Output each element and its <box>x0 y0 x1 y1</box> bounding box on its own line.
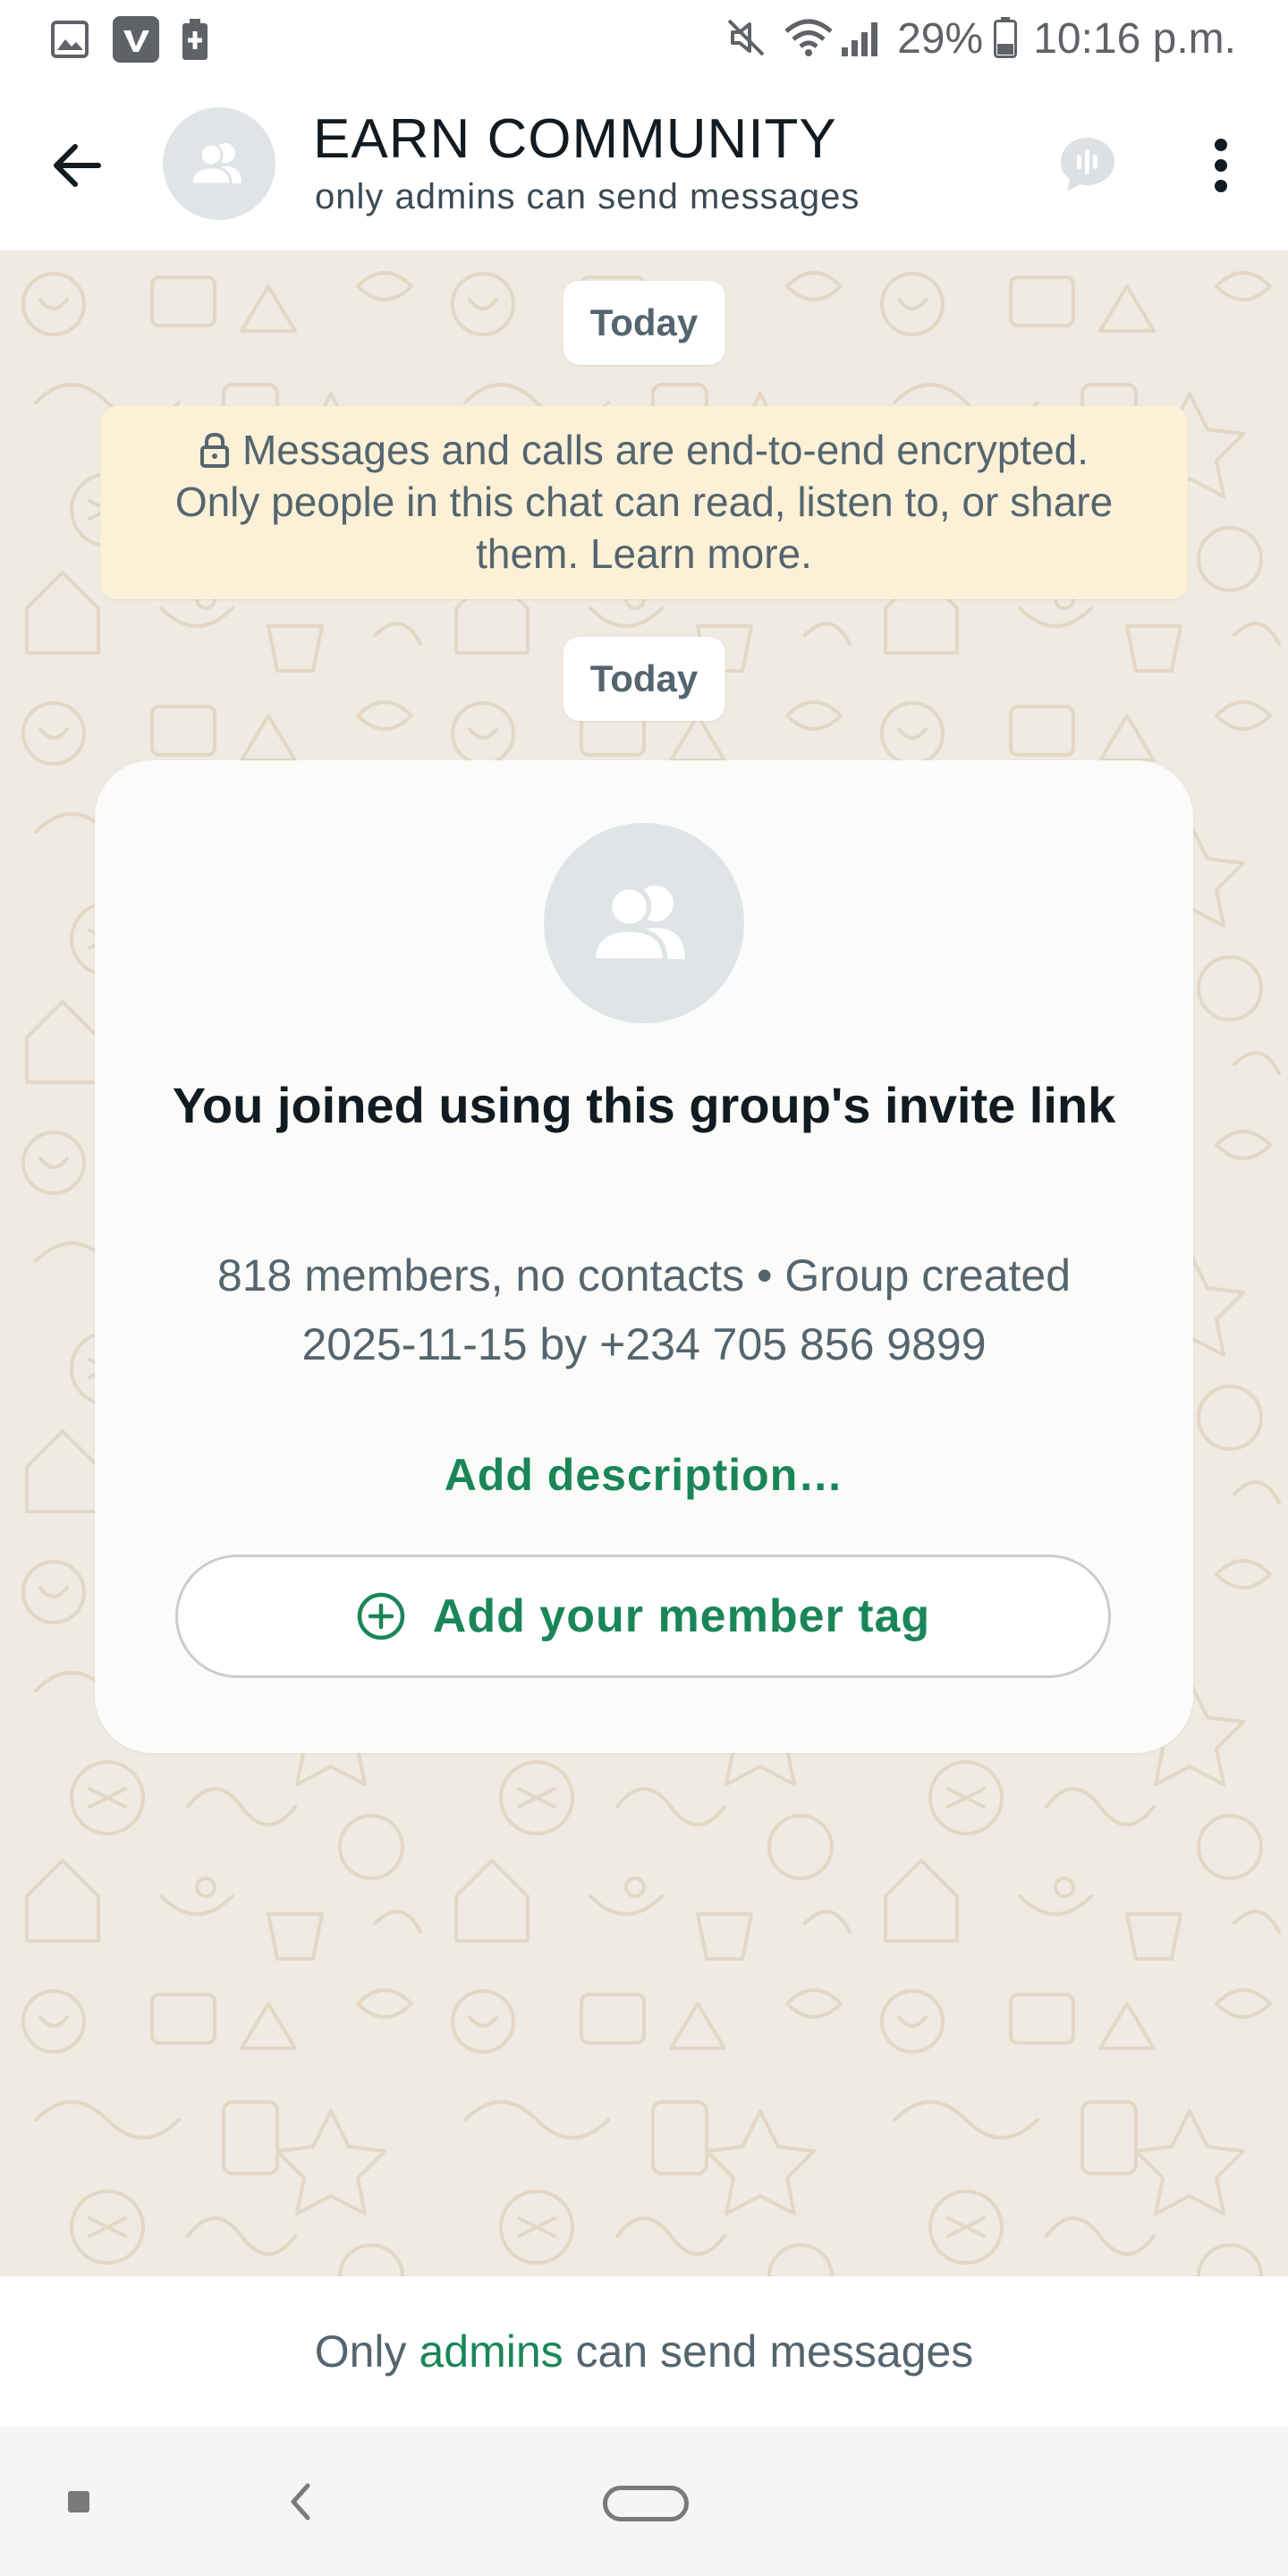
chat-area[interactable]: Today Messages and calls are end-to-end … <box>0 250 1288 2276</box>
nav-back-button[interactable] <box>283 2479 318 2524</box>
encryption-notice[interactable]: Messages and calls are end-to-end encryp… <box>100 406 1188 599</box>
encryption-notice-line-2: Only people in this chat can read, liste… <box>174 479 1114 525</box>
notice-suffix: can send messages <box>575 2326 974 2377</box>
add-description-link[interactable]: Add description… <box>95 1449 1193 1501</box>
admins-link[interactable]: admins <box>419 2326 563 2377</box>
battery-icon <box>994 16 1018 63</box>
status-bar-left <box>50 16 231 67</box>
back-icon <box>291 2483 310 2521</box>
chat-header: EARN COMMUNITY only admins can send mess… <box>0 80 1288 250</box>
back-arrow-icon <box>54 144 101 187</box>
status-bar-right: 29% 10:16 p.m. <box>725 13 1236 66</box>
signal-icon <box>840 17 885 63</box>
group-name[interactable]: EARN COMMUNITY <box>313 107 837 171</box>
voice-chat-button[interactable] <box>1048 125 1127 204</box>
battery-percent: 29% <box>897 15 984 63</box>
encryption-notice-line-3: them. Learn more. <box>476 530 812 577</box>
wifi-icon <box>783 17 835 63</box>
back-button[interactable] <box>36 125 116 206</box>
admins-only-notice: Only admins can send messages <box>0 2276 1288 2427</box>
card-group-avatar[interactable] <box>544 823 744 1023</box>
group-info-text: 818 members, no contacts • Group created… <box>216 1250 1072 1369</box>
encryption-notice-line-1: Messages and calls are end-to-end encryp… <box>100 424 1188 476</box>
add-member-tag-button[interactable]: Add your member tag <box>175 1555 1111 1678</box>
add-member-tag-label: Add your member tag <box>432 1590 931 1642</box>
battery-saver-icon <box>182 19 208 64</box>
status-time: 10:16 p.m. <box>1033 15 1236 63</box>
gallery-icon <box>50 20 89 64</box>
add-circle-icon <box>357 1592 405 1640</box>
group-join-card: You joined using this group's invite lin… <box>95 760 1193 1753</box>
join-card-title: You joined using this group's invite lin… <box>172 1077 1116 1133</box>
notice-prefix: Only <box>314 2326 407 2377</box>
status-bar: 29% 10:16 p.m. <box>0 0 1288 80</box>
group-subtitle[interactable]: only admins can send messages <box>315 177 860 217</box>
group-avatar-icon <box>190 142 242 185</box>
mute-icon <box>725 17 767 63</box>
date-chip: Today <box>563 637 725 721</box>
encryption-text-1: Messages and calls are end-to-end encryp… <box>242 427 1089 473</box>
voice-chat-icon <box>1061 138 1114 191</box>
vimeo-icon <box>113 16 159 67</box>
group-avatar[interactable] <box>163 107 275 220</box>
date-chip: Today <box>563 281 725 365</box>
home-button[interactable] <box>603 2486 689 2521</box>
more-options-button[interactable] <box>1181 125 1261 206</box>
group-avatar-icon <box>590 885 685 962</box>
recents-button[interactable] <box>68 2491 89 2512</box>
lock-icon <box>199 432 229 468</box>
more-vert-icon <box>1215 139 1227 192</box>
